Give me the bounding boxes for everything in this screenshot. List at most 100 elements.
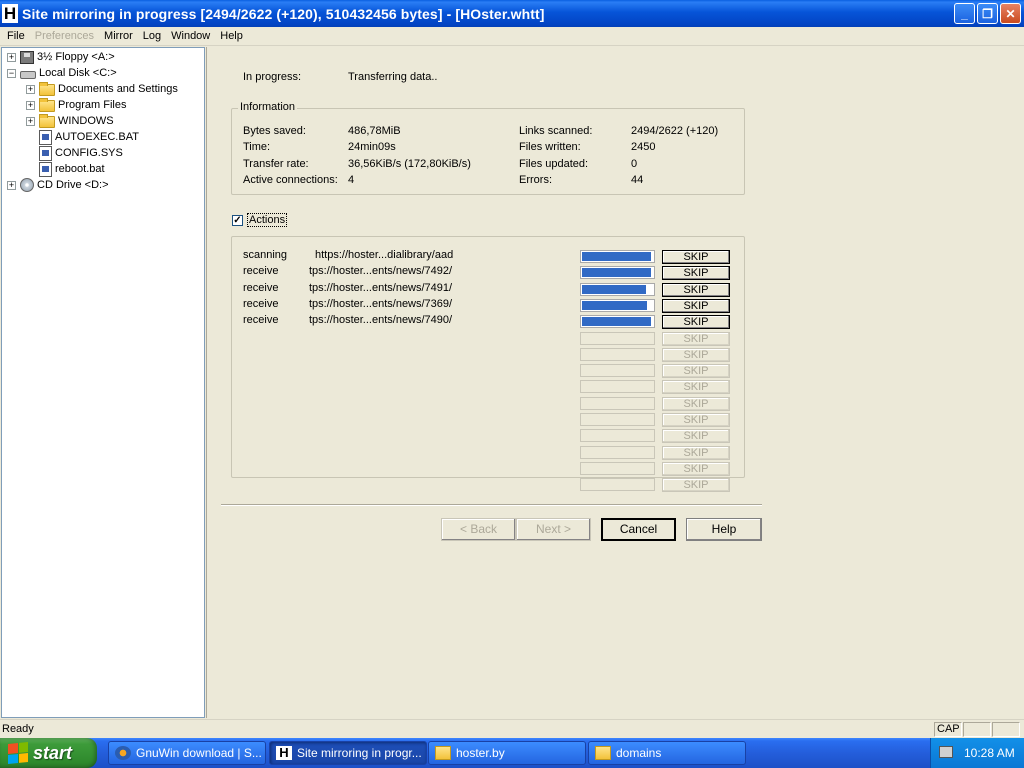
taskbar-item-gnuwin[interactable]: GnuWin download | S... (108, 741, 266, 765)
skip-button[interactable]: SKIP (662, 315, 730, 329)
menu-mirror[interactable]: Mirror (99, 28, 138, 45)
tree-item-label: Local Disk <C:> (39, 67, 117, 79)
taskbar-item-domains[interactable]: domains (588, 741, 746, 765)
file-icon (39, 161, 52, 177)
time-value: 24min09s (348, 141, 396, 153)
restore-button[interactable]: ❐ (977, 3, 998, 24)
expand-icon[interactable]: + (7, 52, 16, 62)
action-type: receive (243, 298, 279, 310)
expand-icon[interactable]: + (26, 100, 35, 110)
system-tray: 10:28 AM (930, 738, 1024, 768)
skip-button[interactable]: SKIP (662, 299, 730, 313)
expand-icon[interactable]: + (26, 116, 35, 126)
action-progress-bar (580, 250, 655, 263)
action-progress-bar (580, 364, 655, 377)
tree-item-reboot-bat[interactable]: reboot.bat (39, 161, 105, 177)
links-scanned-value: 2494/2622 (+120) (631, 125, 719, 137)
skip-button[interactable]: SKIP (662, 266, 730, 280)
taskbar-item-hoster-by[interactable]: hoster.by (428, 741, 586, 765)
start-button[interactable]: start (0, 738, 97, 768)
skip-button: SKIP (662, 380, 730, 394)
action-progress-bar (580, 429, 655, 442)
next-button[interactable]: Next > (516, 518, 591, 541)
transfer-rate-label: Transfer rate: (243, 158, 309, 170)
menu-log[interactable]: Log (138, 28, 166, 45)
skip-button: SKIP (662, 478, 730, 492)
menu-window[interactable]: Window (166, 28, 215, 45)
status-text: Ready (2, 723, 34, 735)
action-progress-bar (580, 332, 655, 345)
tree-item-floppy[interactable]: + 3½ Floppy <A:> (7, 49, 115, 65)
minimize-button[interactable]: _ (954, 3, 975, 24)
action-progress-bar (580, 446, 655, 459)
tree-item-label: Program Files (58, 99, 127, 111)
skip-button[interactable]: SKIP (662, 250, 730, 264)
actions-checkbox[interactable]: ✓ (232, 215, 243, 226)
files-updated-value: 0 (631, 158, 638, 170)
files-written-label: Files written: (519, 141, 581, 153)
tree-item-autoexec[interactable]: AUTOEXEC.BAT (39, 129, 139, 145)
tree-item-documents-and-settings[interactable]: + Documents and Settings (26, 81, 178, 97)
tree-item-windows[interactable]: + WINDOWS (26, 113, 114, 129)
cancel-button[interactable]: Cancel (601, 518, 676, 541)
restore-icon: ❐ (982, 6, 993, 21)
close-button[interactable]: ✕ (1000, 3, 1021, 24)
folder-icon (39, 98, 55, 112)
bytes-saved-label: Bytes saved: (243, 125, 306, 137)
tree-item-label: Documents and Settings (58, 83, 178, 95)
tree-item-program-files[interactable]: + Program Files (26, 97, 126, 113)
taskbar-item-site-mirroring[interactable]: H Site mirroring in progr... (269, 741, 427, 765)
action-progress-bar (580, 380, 655, 393)
skip-button[interactable]: SKIP (662, 283, 730, 297)
menu-help[interactable]: Help (215, 28, 248, 45)
window-title: Site mirroring in progress [2494/2622 (+… (22, 5, 545, 22)
expand-icon[interactable]: + (7, 180, 16, 190)
menu-file[interactable]: File (2, 28, 30, 45)
status-bar: Ready CAP (0, 719, 1024, 738)
action-url: https://hoster...dialibrary/aad (315, 249, 454, 261)
active-connections-label: Active connections: (243, 174, 338, 186)
tree-item-cd-drive[interactable]: + CD Drive <D:> (7, 177, 109, 193)
tree-item-local-disk[interactable]: − Local Disk <C:> (7, 65, 117, 81)
help-button[interactable]: Help (686, 518, 762, 541)
tree-item-label: WINDOWS (58, 115, 114, 127)
actions-checkbox-label[interactable]: Actions (247, 213, 288, 227)
collapse-icon[interactable]: − (7, 68, 16, 78)
folder-icon (39, 82, 55, 96)
back-button[interactable]: < Back (441, 518, 516, 541)
action-type: receive (243, 265, 279, 277)
progress-fill (582, 252, 651, 261)
title-bar[interactable]: H Site mirroring in progress [2494/2622 … (0, 0, 1024, 27)
files-updated-label: Files updated: (519, 158, 589, 170)
files-written-value: 2450 (631, 141, 656, 153)
start-label: start (33, 742, 73, 763)
tree-item-label: reboot.bat (55, 163, 105, 175)
folder-icon (595, 746, 611, 760)
skip-button: SKIP (662, 348, 730, 362)
tree-item-label: AUTOEXEC.BAT (55, 131, 139, 143)
clock[interactable]: 10:28 AM (964, 746, 1015, 760)
folder-icon (435, 746, 451, 760)
progress-fill (582, 317, 651, 326)
action-progress-bar (580, 315, 655, 328)
errors-label: Errors: (519, 174, 552, 186)
time-label: Time: (243, 141, 271, 153)
floppy-icon (20, 50, 34, 64)
httrack-icon: H (276, 746, 292, 760)
skip-button: SKIP (662, 332, 730, 346)
keyboard-icon[interactable] (939, 746, 953, 758)
scroll-lock-indicator (992, 722, 1020, 737)
progress-fill (582, 285, 646, 294)
links-scanned-label: Links scanned: (519, 125, 593, 137)
caps-lock-indicator: CAP (934, 722, 962, 737)
expand-icon[interactable]: + (26, 84, 35, 94)
browser-icon (115, 746, 131, 760)
progress-fill (582, 301, 647, 310)
folder-tree[interactable]: + 3½ Floppy <A:> − Local Disk <C:> + Doc… (1, 47, 205, 718)
action-url: tps://hoster...ents/news/7491/ (309, 282, 453, 294)
menu-bar: File Preferences Mirror Log Window Help (0, 27, 1024, 46)
action-type: scanning (243, 249, 288, 261)
action-progress-bar (580, 413, 655, 426)
httrack-app-icon[interactable]: H (2, 4, 18, 23)
tree-item-config-sys[interactable]: CONFIG.SYS (39, 145, 123, 161)
